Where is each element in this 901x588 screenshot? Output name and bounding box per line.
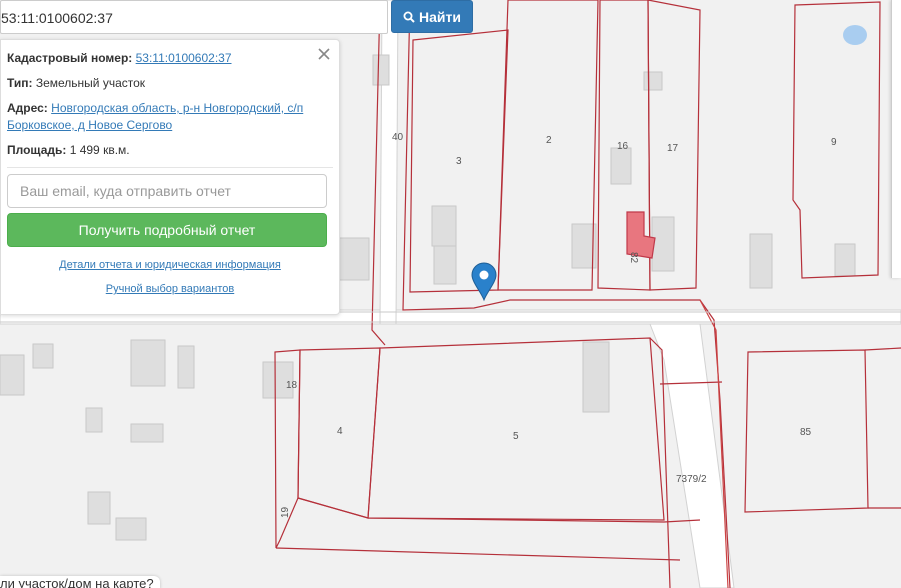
type-row: Тип: Земельный участок <box>7 75 333 92</box>
building <box>372 54 390 86</box>
email-field[interactable]: Ваш email, куда отправить отчет <box>7 174 327 208</box>
parcel-label-16: 16 <box>617 141 629 152</box>
building <box>87 491 111 525</box>
building <box>433 245 457 285</box>
address-label: Адрес: <box>7 101 48 115</box>
building <box>651 216 675 272</box>
manual-selection-link[interactable]: Ручной выбор вариантов <box>106 283 234 295</box>
search-button[interactable]: Найти <box>391 0 473 33</box>
building <box>130 423 164 443</box>
get-report-button[interactable]: Получить подробный отчет <box>7 213 327 247</box>
details-link-wrap: Детали отчета и юридическая информация <box>7 259 333 271</box>
parcel-label-19: 19 <box>280 506 291 518</box>
parcel-label-82: 82 <box>628 252 639 264</box>
building <box>643 71 663 91</box>
right-side-panel-edge <box>891 0 901 278</box>
parcel-label-4: 4 <box>337 426 343 437</box>
search-icon <box>403 11 415 23</box>
address-link-line1[interactable]: Новгородская область, р-н Новгородский, … <box>51 101 303 115</box>
divider <box>7 167 333 168</box>
search-button-label: Найти <box>419 8 461 25</box>
manual-link-wrap: Ручной выбор вариантов <box>7 283 333 295</box>
parcel-label-7379-2: 7379/2 <box>676 474 707 485</box>
parcel-label-85: 85 <box>800 427 812 438</box>
parcel-label-17: 17 <box>667 143 679 154</box>
parcel-label-40: 40 <box>392 132 404 143</box>
parcel-label-5: 5 <box>513 431 519 442</box>
building <box>582 341 610 413</box>
building <box>338 237 370 281</box>
pond <box>843 25 867 45</box>
building <box>130 339 166 387</box>
building <box>0 354 25 396</box>
type-value: Земельный участок <box>35 76 146 90</box>
building <box>749 233 773 289</box>
type-label: Тип: <box>7 76 33 90</box>
cadastral-link[interactable]: 53:11:0100602:37 <box>136 51 232 65</box>
parcel-label-18: 18 <box>286 380 298 391</box>
parcel-label-3: 3 <box>456 156 462 167</box>
parcel-label-9: 9 <box>831 137 837 148</box>
building <box>431 205 457 247</box>
area-row: Площадь: 1 499 кв.м. <box>7 142 333 159</box>
close-icon[interactable] <box>316 46 332 62</box>
building <box>32 343 54 369</box>
building <box>115 517 147 541</box>
parcel-label-2: 2 <box>546 135 552 146</box>
map-hint-banner[interactable]: ли участок/дом на карте? <box>0 576 160 588</box>
address-link-line2[interactable]: Борковское, д Новое Сергово <box>7 118 172 132</box>
cadastral-row: Кадастровый номер: 53:11:0100602:37 <box>7 50 333 67</box>
parcel-info-panel: Кадастровый номер: 53:11:0100602:37 Тип:… <box>0 39 340 315</box>
building <box>610 147 632 185</box>
building <box>85 407 103 433</box>
report-details-link[interactable]: Детали отчета и юридическая информация <box>59 259 281 271</box>
area-label: Площадь: <box>7 143 67 157</box>
area-value: 1 499 кв.м. <box>69 143 130 157</box>
building <box>177 345 195 389</box>
cadastral-label: Кадастровый номер: <box>7 51 133 65</box>
search-input[interactable]: 53:11:0100602:37 <box>0 0 388 34</box>
building <box>834 243 856 277</box>
address-row: Адрес: Новгородская область, р-н Новгоро… <box>7 100 333 134</box>
road-vertical-left <box>379 0 399 325</box>
